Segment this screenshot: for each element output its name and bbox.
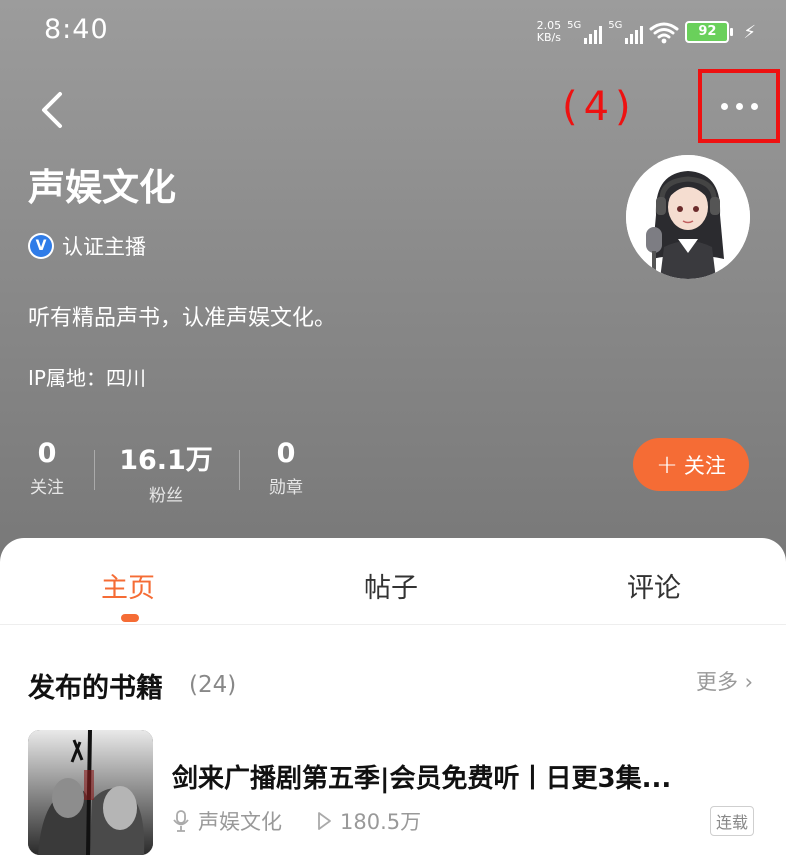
signal-label: 5G <box>608 20 623 31</box>
book-author: 声娱文化 <box>198 810 282 834</box>
serial-status-badge: 连载 <box>710 806 755 836</box>
stat-divider <box>239 450 240 490</box>
stat-label: 勋章 <box>269 478 303 498</box>
section-count: (24) <box>189 672 237 698</box>
verified-badge: V 认证主播 <box>28 231 146 261</box>
annotation-label: (4) <box>562 84 637 130</box>
more-options-button[interactable] <box>698 69 780 143</box>
tab-active-indicator <box>121 614 139 622</box>
charging-icon: ⚡ <box>743 21 756 43</box>
stat-value: 0 <box>276 438 296 469</box>
stat-value: 0 <box>37 438 57 469</box>
stat-following[interactable]: 0 关注 <box>28 438 66 498</box>
ellipsis-icon <box>720 102 728 110</box>
follow-label: 关注 <box>683 453 726 478</box>
book-meta: 声娱文化 180.5万 <box>172 806 421 836</box>
network-speed-unit: KB/s <box>536 31 561 44</box>
plus-icon: + <box>656 449 678 480</box>
microphone-icon <box>173 810 189 832</box>
tabs-divider <box>0 624 786 625</box>
verified-label: 认证主播 <box>62 235 146 259</box>
book-title[interactable]: 剑来广播剧第五季|会员免费听丨日更3集... <box>172 758 671 795</box>
book-cover[interactable] <box>28 730 153 855</box>
stat-medals[interactable]: 0 勋章 <box>266 438 306 498</box>
stat-label: 关注 <box>30 478 64 498</box>
status-bar: 8:40 2.05 KB/s 5G 5G 92 ⚡ <box>0 0 786 62</box>
tab-home[interactable]: 主页 <box>101 566 155 605</box>
profile-bio: 听有精品声书，认准声娱文化。 <box>28 306 337 331</box>
status-time: 8:40 <box>44 14 109 45</box>
profile-name: 声娱文化 <box>28 166 176 209</box>
book-cover-art <box>28 730 153 855</box>
stat-fans[interactable]: 16.1万 粉丝 <box>114 438 218 506</box>
avatar-illustration <box>626 155 750 279</box>
tab-posts[interactable]: 帖子 <box>364 566 418 605</box>
battery-icon: 92 <box>685 21 734 43</box>
follow-button[interactable]: + 关注 <box>633 438 749 491</box>
signal-icon: 5G <box>567 20 603 44</box>
play-icon <box>318 812 331 830</box>
ip-location: IP属地：四川 <box>28 366 146 390</box>
chevron-left-icon <box>42 92 62 128</box>
tab-comments[interactable]: 评论 <box>627 566 681 605</box>
signal-label: 5G <box>567 20 582 31</box>
status-icons: 2.05 KB/s 5G 5G 92 ⚡ <box>537 14 756 50</box>
battery-level: 92 <box>685 21 730 43</box>
book-play-count: 180.5万 <box>340 810 422 834</box>
back-button[interactable] <box>30 82 74 138</box>
content-panel: 主页 帖子 评论 发布的书籍 (24) 更多 › 剑来广播剧第五季|会员免费听丨… <box>0 538 786 864</box>
more-books-link[interactable]: 更多 › <box>696 666 753 696</box>
signal-icon: 5G <box>608 20 644 44</box>
wifi-icon <box>649 22 679 44</box>
network-speed: 2.05 KB/s <box>537 20 562 44</box>
stat-label: 粉丝 <box>149 486 183 506</box>
verified-icon: V <box>28 233 54 259</box>
stat-value: 16.1万 <box>119 445 213 476</box>
section-title: 发布的书籍 <box>28 673 163 704</box>
stat-divider <box>94 450 95 490</box>
avatar[interactable] <box>626 155 750 279</box>
